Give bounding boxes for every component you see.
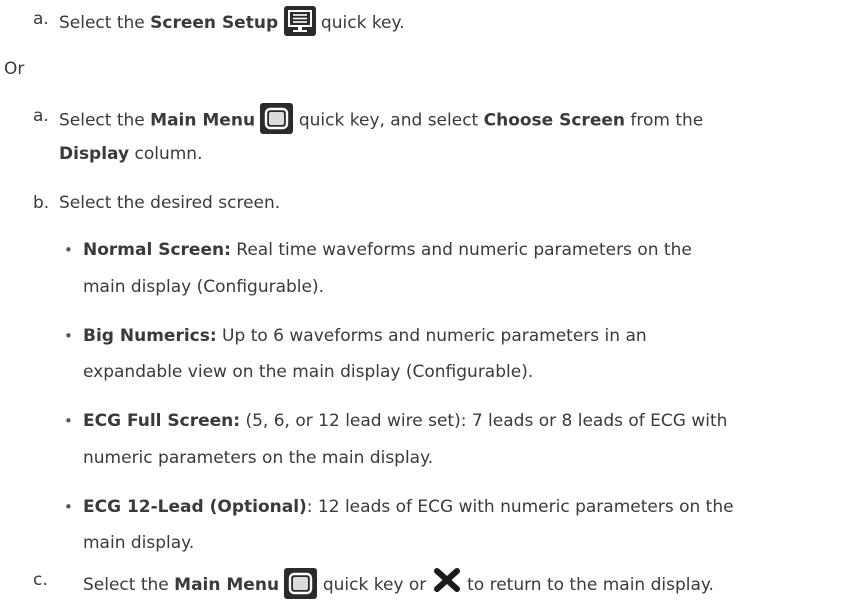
step-text: to return to the main display. — [461, 575, 714, 595]
bullet-dot: • — [64, 327, 73, 345]
bullet-dot: • — [64, 241, 73, 259]
option-name: Normal Screen: — [83, 240, 231, 260]
step-select-screen: Select the desired screen. — [59, 193, 281, 213]
choose-screen-label: Choose Screen — [483, 110, 625, 131]
main-menu-label: Main Menu — [174, 575, 280, 595]
main-menu-icon — [284, 567, 318, 599]
step-text: quick key. — [315, 13, 405, 33]
bullet-dot: • — [64, 498, 73, 516]
option-desc: Real time waveforms and numeric paramete… — [230, 240, 692, 260]
step-text: column. — [129, 144, 203, 164]
screen-setup-icon — [283, 6, 316, 36]
step-screen-setup: Select the Screen Setup quick key. — [59, 6, 405, 38]
list-item-cont: main display (Configurable). — [83, 277, 325, 297]
list-item: ECG 12-Lead (Optional): 12 leads of ECG … — [83, 496, 734, 518]
option-name: ECG Full Screen: — [83, 411, 241, 431]
list-item: ECG Full Screen: (5, 6, or 12 lead wire … — [83, 410, 727, 432]
list-item-cont: main display. — [83, 533, 195, 553]
step-text: Select the — [59, 110, 151, 131]
step-main-menu: Select the Main Menu quick key, and sele… — [59, 103, 704, 136]
step-return: Select the Main Menu quick key or to ret… — [83, 567, 714, 601]
option-desc: : 12 leads of ECG with numeric parameter… — [306, 497, 734, 517]
step-marker: a. — [33, 9, 49, 29]
or-label: Or — [4, 59, 25, 79]
option-name: Big Numerics: — [83, 326, 217, 346]
option-desc: Up to 6 waveforms and numeric parameters… — [216, 326, 647, 346]
step-text: quick key or — [317, 575, 432, 595]
main-menu-icon — [260, 103, 294, 134]
bullet-dot: • — [64, 412, 73, 430]
main-menu-label: Main Menu — [150, 110, 256, 131]
display-label: Display — [59, 144, 130, 164]
step-text: Select the — [83, 575, 175, 595]
step-main-menu-cont: Display column. — [59, 143, 202, 165]
list-item-cont: numeric parameters on the main display. — [83, 448, 434, 468]
step-text: Select the — [59, 13, 151, 33]
option-name: ECG 12-Lead (Optional) — [83, 497, 307, 517]
step-text: quick key, and select — [293, 110, 484, 131]
close-x-icon — [432, 567, 462, 599]
step-marker: c. — [33, 570, 48, 590]
screen-setup-label: Screen Setup — [150, 13, 279, 33]
step-text: from the — [624, 110, 704, 131]
list-item: Normal Screen: Real time waveforms and n… — [83, 239, 692, 261]
step-marker: a. — [33, 106, 49, 126]
step-marker: b. — [33, 193, 50, 213]
list-item: Big Numerics: Up to 6 waveforms and nume… — [83, 325, 647, 347]
list-item-cont: expandable view on the main display (Con… — [83, 362, 534, 382]
option-desc: (5, 6, or 12 lead wire set): 7 leads or … — [240, 411, 728, 431]
